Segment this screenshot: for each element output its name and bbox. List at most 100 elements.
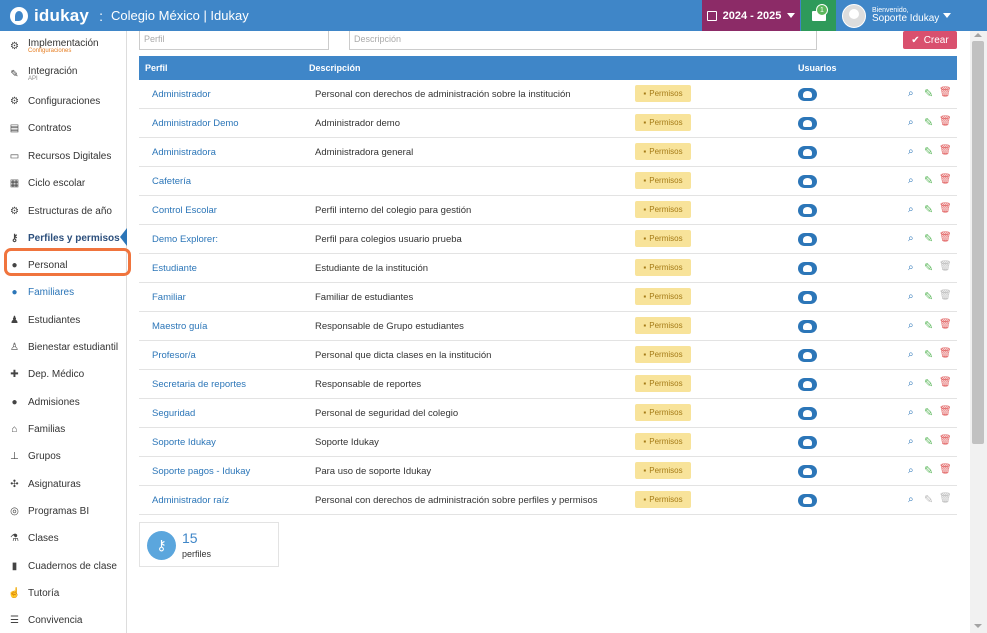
permissions-button[interactable]: ▪ Permisos bbox=[635, 230, 691, 247]
edit-pencil-icon[interactable]: ✎ bbox=[924, 232, 933, 245]
edit-pencil-icon[interactable]: ✎ bbox=[924, 145, 933, 158]
edit-pencil-icon[interactable]: ✎ bbox=[924, 116, 933, 129]
users-button[interactable] bbox=[798, 378, 817, 391]
trash-icon[interactable]: 🗑 bbox=[939, 348, 952, 359]
sidebar-item-cuadernos[interactable]: ▮ Cuadernos de clase bbox=[0, 556, 126, 576]
permissions-button[interactable]: ▪ Permisos bbox=[635, 491, 691, 508]
sidebar-item-grupos[interactable]: ⊥ Grupos bbox=[0, 446, 126, 466]
trash-icon[interactable]: 🗑 bbox=[939, 377, 952, 388]
profile-name-link[interactable]: Profesor/a bbox=[152, 350, 196, 361]
profile-name-link[interactable]: Demo Explorer: bbox=[152, 234, 218, 245]
permissions-button[interactable]: ▪ Permisos bbox=[635, 346, 691, 363]
users-button[interactable] bbox=[798, 117, 817, 130]
sidebar-item-recursos-digitales[interactable]: ▭ Recursos Digitales bbox=[0, 146, 126, 166]
sidebar-item-admisiones[interactable]: ● Admisiones bbox=[0, 392, 126, 412]
profile-name-link[interactable]: Administrador raíz bbox=[152, 495, 229, 506]
users-button[interactable] bbox=[798, 494, 817, 507]
permissions-button[interactable]: ▪ Permisos bbox=[635, 375, 691, 392]
column-header-descripcion[interactable]: Descripción bbox=[309, 63, 361, 73]
edit-pencil-icon[interactable]: ✎ bbox=[924, 493, 933, 506]
search-icon[interactable]: ⌕ bbox=[908, 204, 914, 215]
logo[interactable]: idukay bbox=[10, 6, 89, 26]
profile-name-link[interactable]: Maestro guía bbox=[152, 321, 207, 332]
permissions-button[interactable]: ▪ Permisos bbox=[635, 143, 691, 160]
search-icon[interactable]: ⌕ bbox=[908, 436, 914, 447]
users-button[interactable] bbox=[798, 320, 817, 333]
permissions-button[interactable]: ▪ Permisos bbox=[635, 288, 691, 305]
sidebar-item-clases[interactable]: ⚗ Clases bbox=[0, 528, 126, 548]
permissions-button[interactable]: ▪ Permisos bbox=[635, 462, 691, 479]
profile-name-link[interactable]: Estudiante bbox=[152, 263, 197, 274]
sidebar-item-perfiles[interactable]: ⚷ Perfiles y permisos bbox=[0, 228, 126, 248]
sidebar-item-configuraciones[interactable]: ⚙ Configuraciones bbox=[0, 91, 126, 111]
sidebar-item-contratos[interactable]: ▤ Contratos bbox=[0, 118, 126, 138]
permissions-button[interactable]: ▪ Permisos bbox=[635, 114, 691, 131]
search-icon[interactable]: ⌕ bbox=[908, 407, 914, 418]
edit-pencil-icon[interactable]: ✎ bbox=[924, 87, 933, 100]
trash-icon[interactable]: 🗑 bbox=[939, 174, 952, 185]
users-button[interactable] bbox=[798, 349, 817, 362]
trash-icon[interactable]: 🗑 bbox=[939, 261, 952, 272]
users-button[interactable] bbox=[798, 262, 817, 275]
permissions-button[interactable]: ▪ Permisos bbox=[635, 259, 691, 276]
search-icon[interactable]: ⌕ bbox=[908, 291, 914, 302]
scrollbar-thumb[interactable] bbox=[972, 41, 984, 444]
profile-name-link[interactable]: Administradora bbox=[152, 147, 216, 158]
profile-name-link[interactable]: Soporte Idukay bbox=[152, 437, 216, 448]
search-icon[interactable]: ⌕ bbox=[908, 117, 914, 128]
users-button[interactable] bbox=[798, 407, 817, 420]
profile-name-link[interactable]: Control Escolar bbox=[152, 205, 217, 216]
trash-icon[interactable]: 🗑 bbox=[939, 319, 952, 330]
profile-name-link[interactable]: Secretaria de reportes bbox=[152, 379, 246, 390]
permissions-button[interactable]: ▪ Permisos bbox=[635, 172, 691, 189]
scroll-up-arrow-icon[interactable] bbox=[974, 33, 982, 37]
permissions-button[interactable]: ▪ Permisos bbox=[635, 201, 691, 218]
search-icon[interactable]: ⌕ bbox=[908, 88, 914, 99]
trash-icon[interactable]: 🗑 bbox=[939, 145, 952, 156]
users-button[interactable] bbox=[798, 146, 817, 159]
sidebar-item-programas-bi[interactable]: ◎ Programas BI bbox=[0, 501, 126, 521]
sidebar-item-tutoria[interactable]: ☝ Tutoría bbox=[0, 583, 126, 603]
trash-icon[interactable]: 🗑 bbox=[939, 464, 952, 475]
sidebar-item-bienestar[interactable]: ♙ Bienestar estudiantil bbox=[0, 337, 126, 357]
trash-icon[interactable]: 🗑 bbox=[939, 87, 952, 98]
trash-icon[interactable]: 🗑 bbox=[939, 435, 952, 446]
trash-icon[interactable]: 🗑 bbox=[939, 493, 952, 504]
column-header-perfil[interactable]: Perfil bbox=[145, 63, 168, 73]
edit-pencil-icon[interactable]: ✎ bbox=[924, 377, 933, 390]
users-button[interactable] bbox=[798, 291, 817, 304]
perfil-filter-input[interactable]: Perfil bbox=[139, 31, 329, 50]
profile-name-link[interactable]: Cafetería bbox=[152, 176, 191, 187]
search-icon[interactable]: ⌕ bbox=[908, 262, 914, 273]
sidebar-item-estructuras[interactable]: ⚙ Estructuras de año bbox=[0, 201, 126, 221]
sidebar-item-convivencia[interactable]: ☰ Convivencia bbox=[0, 610, 126, 630]
school-year-selector[interactable]: 2024 - 2025 bbox=[702, 0, 800, 31]
users-button[interactable] bbox=[798, 465, 817, 478]
permissions-button[interactable]: ▪ Permisos bbox=[635, 317, 691, 334]
users-button[interactable] bbox=[798, 88, 817, 101]
edit-pencil-icon[interactable]: ✎ bbox=[924, 319, 933, 332]
permissions-button[interactable]: ▪ Permisos bbox=[635, 433, 691, 450]
sidebar-item-asignaturas[interactable]: ✣ Asignaturas bbox=[0, 474, 126, 494]
sidebar-item-dep-medico[interactable]: ✚ Dep. Médico bbox=[0, 364, 126, 384]
users-button[interactable] bbox=[798, 204, 817, 217]
profile-name-link[interactable]: Administrador bbox=[152, 89, 211, 100]
trash-icon[interactable]: 🗑 bbox=[939, 203, 952, 214]
edit-pencil-icon[interactable]: ✎ bbox=[924, 406, 933, 419]
search-icon[interactable]: ⌕ bbox=[908, 146, 914, 157]
users-button[interactable] bbox=[798, 175, 817, 188]
profile-name-link[interactable]: Familiar bbox=[152, 292, 186, 303]
search-icon[interactable]: ⌕ bbox=[908, 494, 914, 505]
sidebar-item-familiares[interactable]: ● Familiares bbox=[0, 282, 126, 302]
sidebar-item-implementacion[interactable]: ⚙ Implementación Configuraciones bbox=[0, 35, 126, 57]
search-icon[interactable]: ⌕ bbox=[908, 320, 914, 331]
profile-name-link[interactable]: Seguridad bbox=[152, 408, 195, 419]
create-button[interactable]: ✔ Crear bbox=[903, 31, 957, 49]
users-button[interactable] bbox=[798, 233, 817, 246]
search-icon[interactable]: ⌕ bbox=[908, 465, 914, 476]
edit-pencil-icon[interactable]: ✎ bbox=[924, 348, 933, 361]
search-icon[interactable]: ⌕ bbox=[908, 378, 914, 389]
sidebar-item-estudiantes[interactable]: ♟ Estudiantes bbox=[0, 310, 126, 330]
edit-pencil-icon[interactable]: ✎ bbox=[924, 435, 933, 448]
sidebar-item-integracion[interactable]: ✎ Integración API bbox=[0, 63, 126, 85]
